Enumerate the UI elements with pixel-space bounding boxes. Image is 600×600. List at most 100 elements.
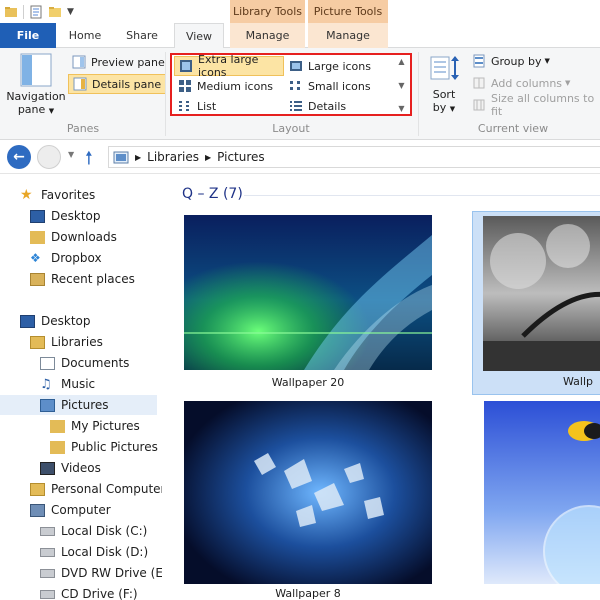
folder-app-icon[interactable] bbox=[4, 5, 18, 19]
nav-local-disk-c[interactable]: Local Disk (C:) bbox=[40, 521, 147, 541]
nav-desktop[interactable]: Desktop bbox=[20, 311, 91, 331]
large-icons-icon bbox=[290, 61, 302, 71]
group-by-button[interactable]: Group by ▼ bbox=[468, 51, 554, 71]
chevron-down-icon: ▼ bbox=[48, 107, 55, 115]
title-bar: ▼ Library Tools Picture Tools bbox=[0, 0, 600, 23]
nav-public-pictures-label: Public Pictures bbox=[71, 440, 158, 454]
file-view: Q – Z (7) Wallpaper 20 Wallp Wallpaper 8 bbox=[162, 175, 600, 600]
nav-favorites[interactable]: ★ Favorites bbox=[20, 185, 95, 205]
size-all-columns-button[interactable]: Size all columns to fit bbox=[468, 92, 600, 118]
medium-icons-label: Medium icons bbox=[197, 79, 274, 93]
ribbon-tabs: File Home Share View Manage Manage bbox=[0, 23, 600, 49]
layout-gallery: Extra large icons Large icons Medium ico… bbox=[170, 53, 412, 116]
computer-icon bbox=[30, 503, 45, 517]
preview-pane-button[interactable]: Preview pane bbox=[68, 52, 169, 72]
size-columns-icon bbox=[473, 99, 485, 111]
documents-icon bbox=[40, 356, 55, 370]
tab-home[interactable]: Home bbox=[60, 23, 110, 48]
details-pane-button[interactable]: Details pane bbox=[68, 74, 167, 94]
nav-public-pictures[interactable]: Public Pictures bbox=[50, 437, 158, 457]
small-icons-button[interactable]: Small icons bbox=[285, 76, 375, 96]
tab-manage-picture[interactable]: Manage bbox=[308, 23, 388, 48]
back-arrow-icon[interactable]: ← bbox=[7, 145, 31, 169]
file-tile[interactable]: Wallpaper 20 bbox=[180, 211, 436, 397]
navigation-pane-label: Navigation bbox=[6, 90, 66, 103]
list-button[interactable]: List bbox=[174, 96, 220, 116]
gallery-more-icon[interactable]: ▼ bbox=[398, 104, 404, 113]
nav-my-pictures[interactable]: My Pictures bbox=[50, 416, 140, 436]
add-columns-button[interactable]: Add columns ▼ bbox=[468, 73, 574, 93]
navigation-pane: ★ Favorites Desktop Downloads ❖ Dropbox … bbox=[0, 175, 172, 600]
scroll-up-icon[interactable]: ▲ bbox=[398, 57, 404, 66]
nav-cd-drive-f[interactable]: CD Drive (F:) bbox=[40, 584, 138, 600]
breadcrumb-libraries[interactable]: Libraries bbox=[147, 150, 199, 164]
preview-pane-label: Preview pane bbox=[91, 55, 165, 69]
star-icon: ★ bbox=[20, 186, 33, 203]
nav-dvd-drive-e[interactable]: DVD RW Drive (E:) bbox=[40, 563, 172, 583]
file-tile[interactable]: Wallpaper 8 bbox=[180, 397, 436, 600]
customize-toolbar-icon[interactable]: ▼ bbox=[67, 7, 74, 17]
nav-documents[interactable]: Documents bbox=[40, 353, 129, 373]
breadcrumb-pictures[interactable]: Pictures bbox=[217, 150, 265, 164]
nav-downloads[interactable]: Downloads bbox=[30, 227, 117, 247]
nav-pictures[interactable]: Pictures bbox=[0, 395, 157, 415]
sort-label-2: by ▼ bbox=[432, 101, 456, 114]
navigation-pane-label-2: pane ▼ bbox=[17, 103, 55, 116]
tab-file[interactable]: File bbox=[0, 23, 56, 48]
breadcrumb-separator-icon[interactable]: ▶ bbox=[135, 153, 141, 162]
thumbnail-ice bbox=[184, 401, 432, 584]
nav-desktop-favorite[interactable]: Desktop bbox=[30, 206, 101, 226]
nav-videos-label: Videos bbox=[61, 461, 101, 475]
context-tab-library-tools: Library Tools bbox=[230, 0, 305, 23]
nav-videos[interactable]: Videos bbox=[40, 458, 101, 478]
address-field[interactable]: ▶ Libraries ▶ Pictures bbox=[108, 146, 600, 168]
nav-music[interactable]: ♫ Music bbox=[40, 374, 95, 394]
folder-icon bbox=[50, 419, 65, 433]
scroll-down-icon[interactable]: ▼ bbox=[398, 81, 404, 90]
size-all-columns-label: Size all columns to fit bbox=[491, 92, 595, 118]
file-tile[interactable] bbox=[480, 397, 600, 584]
nav-dropbox[interactable]: ❖ Dropbox bbox=[30, 248, 102, 268]
add-columns-icon bbox=[473, 77, 485, 89]
sort-by-button[interactable]: Sort by ▼ bbox=[424, 53, 464, 114]
recent-locations-chevron-icon[interactable]: ▼ bbox=[68, 150, 74, 159]
thumbnail-bridge bbox=[483, 216, 600, 371]
nav-recent-places[interactable]: Recent places bbox=[30, 269, 135, 289]
sort-label: Sort bbox=[432, 88, 456, 101]
nav-computer[interactable]: Computer bbox=[30, 500, 111, 520]
group-header[interactable]: Q – Z (7) bbox=[182, 186, 243, 202]
tab-share[interactable]: Share bbox=[117, 23, 167, 48]
medium-icons-button[interactable]: Medium icons bbox=[174, 76, 277, 96]
forward-arrow-icon[interactable] bbox=[37, 145, 61, 169]
file-tile-selected[interactable]: Wallp bbox=[472, 211, 600, 395]
small-icons-icon bbox=[290, 81, 300, 90]
navigation-pane-icon bbox=[20, 53, 52, 87]
music-icon: ♫ bbox=[40, 376, 52, 392]
nav-desktop-label: Desktop bbox=[41, 314, 91, 328]
navigation-pane-button[interactable]: Navigation pane ▼ bbox=[6, 53, 66, 116]
add-columns-label: Add columns bbox=[491, 76, 563, 90]
chevron-down-icon: ▼ bbox=[565, 79, 571, 87]
nav-personal-computer[interactable]: Personal Computer bbox=[30, 479, 165, 499]
large-icons-button[interactable]: Large icons bbox=[285, 56, 375, 76]
new-folder-icon[interactable] bbox=[48, 5, 62, 19]
tab-manage-library[interactable]: Manage bbox=[230, 23, 305, 48]
thumbnail-fishbowl bbox=[484, 401, 600, 584]
nav-libraries[interactable]: Libraries bbox=[30, 332, 103, 352]
videos-icon bbox=[40, 461, 55, 475]
details-button[interactable]: Details bbox=[285, 96, 350, 116]
properties-icon[interactable] bbox=[29, 5, 43, 19]
up-arrow-icon[interactable]: 🠕 bbox=[85, 146, 93, 176]
address-bar-row: ← ▼ 🠕 ▶ Libraries ▶ Pictures bbox=[0, 140, 600, 174]
extra-large-icons-button[interactable]: Extra large icons bbox=[174, 53, 284, 79]
breadcrumb-separator-icon[interactable]: ▶ bbox=[205, 153, 211, 162]
desktop-icon bbox=[20, 314, 35, 328]
nav-local-disk-d[interactable]: Local Disk (D:) bbox=[40, 542, 148, 562]
toolbar-divider bbox=[23, 5, 24, 19]
nav-cd-f-label: CD Drive (F:) bbox=[61, 587, 138, 600]
layout-gallery-scroll[interactable]: ▲ ▼ ▼ bbox=[396, 57, 407, 113]
tab-view[interactable]: View bbox=[174, 23, 224, 49]
details-pane-icon bbox=[73, 77, 87, 91]
nav-computer-label: Computer bbox=[51, 503, 111, 517]
nav-personal-computer-label: Personal Computer bbox=[51, 482, 166, 496]
